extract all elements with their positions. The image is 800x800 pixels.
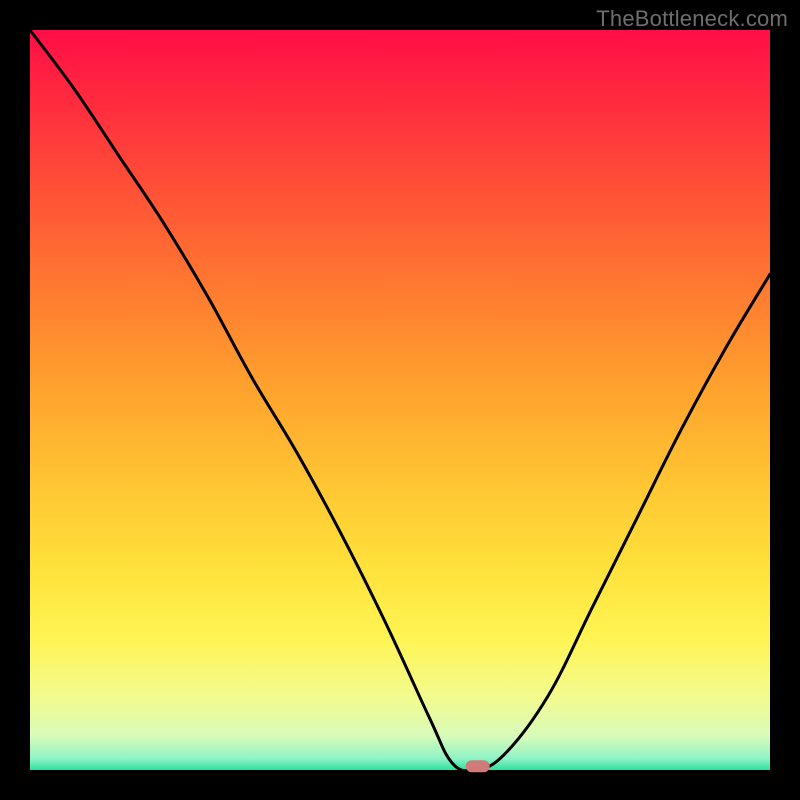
bottleneck-chart — [0, 0, 800, 800]
attribution-watermark: TheBottleneck.com — [596, 6, 788, 32]
chart-gradient-background — [30, 30, 770, 770]
chart-container: TheBottleneck.com — [0, 0, 800, 800]
optimum-marker — [466, 760, 490, 772]
